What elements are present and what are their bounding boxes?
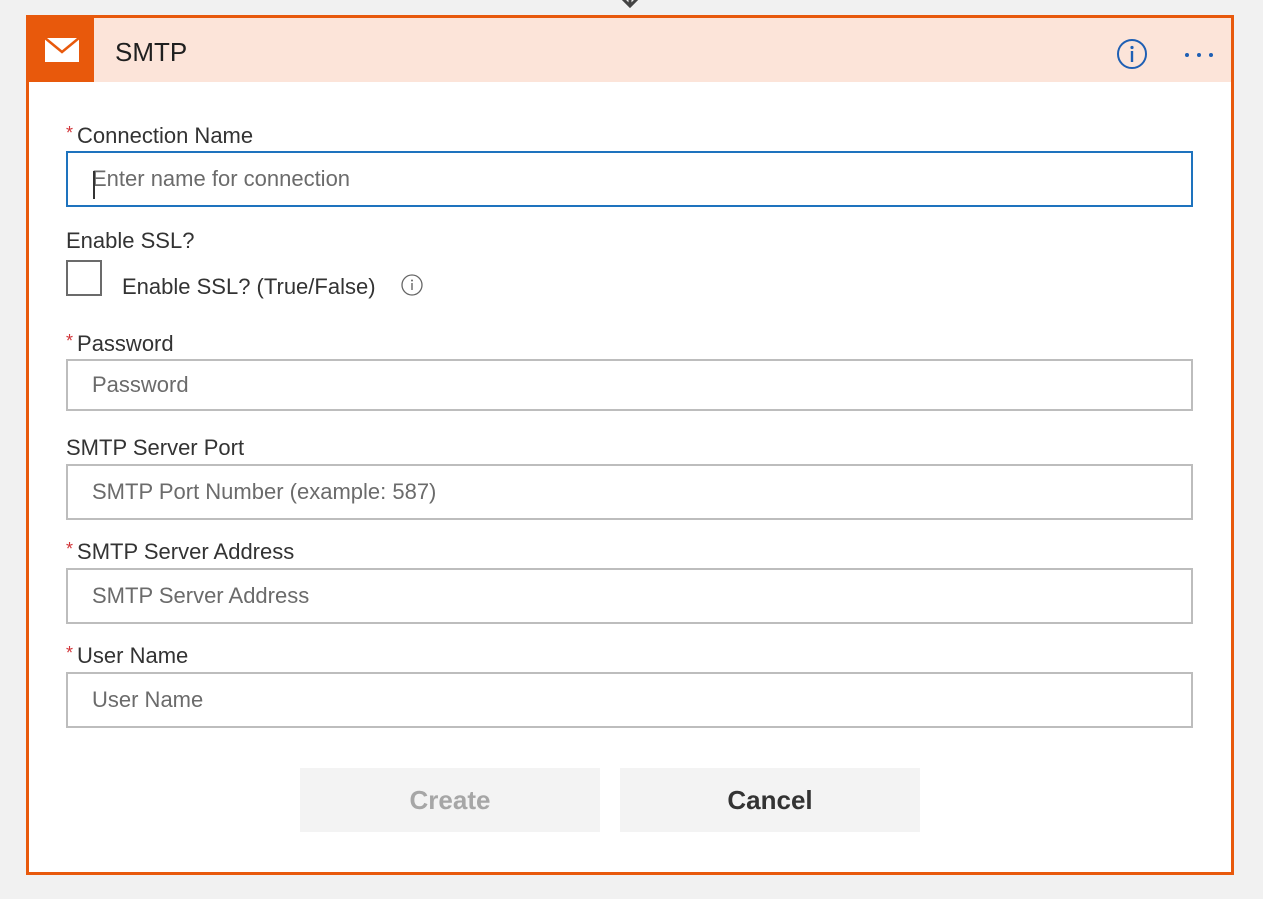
required-marker: *: [66, 331, 74, 351]
smtp-port-label: SMTP Server Port: [66, 435, 245, 460]
cancel-button[interactable]: Cancel: [620, 768, 920, 832]
password-input[interactable]: [66, 359, 1193, 411]
password-label: * Password: [66, 331, 174, 356]
smtp-address-input[interactable]: [66, 568, 1193, 624]
text-caret: [93, 171, 95, 199]
envelope-icon: [29, 18, 94, 82]
smtp-address-label: * SMTP Server Address: [66, 539, 295, 564]
card-header: SMTP: [29, 18, 1231, 82]
user-name-input[interactable]: [66, 672, 1193, 728]
info-icon[interactable]: [1116, 38, 1148, 70]
card-title: SMTP: [115, 37, 188, 67]
ssl-info-icon[interactable]: [400, 273, 424, 297]
smtp-connection-card: SMTP *Connection Name Enable SSL? Enable…: [26, 15, 1234, 875]
connection-name-input[interactable]: [66, 151, 1193, 207]
more-icon[interactable]: [1179, 40, 1219, 68]
enable-ssl-checkbox-label: Enable SSL? (True/False): [122, 274, 376, 299]
required-marker: *: [66, 643, 74, 663]
enable-ssl-label: Enable SSL?: [66, 228, 195, 253]
required-marker: *: [66, 539, 74, 559]
user-name-label: * User Name: [66, 643, 189, 668]
smtp-port-input[interactable]: [66, 464, 1193, 520]
enable-ssl-checkbox[interactable]: [66, 260, 102, 296]
connection-name-label: * Connection Name: [66, 123, 254, 148]
flow-connector-arrow-icon: [621, 0, 639, 9]
required-marker: *: [66, 123, 74, 143]
create-button[interactable]: Create: [300, 768, 600, 832]
